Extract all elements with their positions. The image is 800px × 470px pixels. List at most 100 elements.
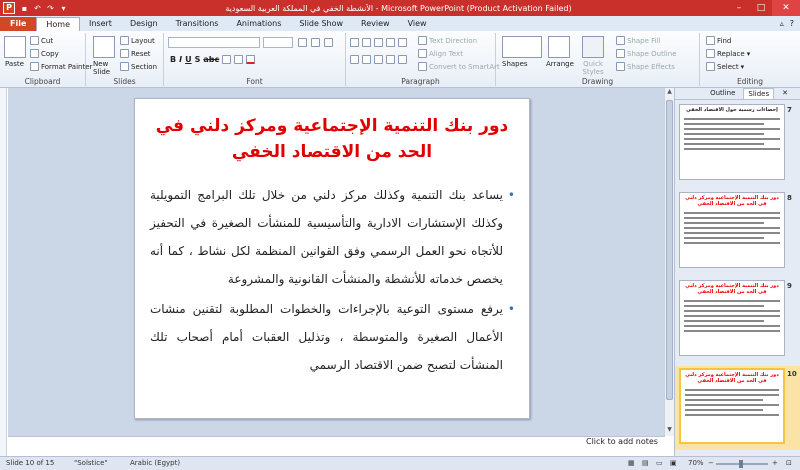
tab-transitions[interactable]: Transitions	[167, 17, 228, 31]
font-name-combo[interactable]	[168, 37, 260, 48]
left-strip	[0, 88, 7, 456]
tab-file[interactable]: File	[0, 17, 37, 31]
grow-font-icon[interactable]	[298, 38, 307, 47]
minimize-icon[interactable]: –	[728, 0, 750, 16]
slide-sorter-icon[interactable]: ▤	[642, 459, 649, 467]
save-icon[interactable]: ▪	[19, 3, 30, 14]
normal-view-icon[interactable]: ▦	[628, 459, 635, 467]
tab-design[interactable]: Design	[121, 17, 167, 31]
shapes-gallery-icon[interactable]	[502, 36, 542, 58]
shadow-icon[interactable]: S	[195, 55, 201, 64]
customize-qat-icon[interactable]: ▾	[58, 3, 69, 14]
slide-canvas[interactable]: دور بنك التنمية الإجتماعية ومركز دلني في…	[134, 98, 530, 419]
shape-outline-button[interactable]: Shape Outline	[616, 49, 676, 58]
italic-icon[interactable]: I	[179, 55, 182, 64]
arrange-icon[interactable]	[548, 36, 570, 58]
editor-scrollbar[interactable]: ▲ ▼	[664, 88, 674, 436]
tab-outline[interactable]: Outline	[706, 88, 739, 99]
replace-button[interactable]: Replace ▾	[706, 49, 750, 58]
format-painter-button[interactable]: Format Painter	[30, 62, 92, 71]
quick-styles-icon[interactable]	[582, 36, 604, 58]
bullet-text: يرفع مستوى التوعية بالإجراءات والخطوات ا…	[150, 302, 503, 372]
tab-home[interactable]: Home	[36, 17, 80, 31]
change-case-icon[interactable]	[234, 55, 244, 64]
find-button[interactable]: Find	[706, 36, 731, 45]
quick-styles-button[interactable]: Quick Styles	[578, 60, 608, 76]
columns-icon[interactable]	[398, 55, 407, 64]
justify-icon[interactable]	[386, 55, 395, 64]
copy-button[interactable]: Copy	[30, 49, 59, 58]
thumbnail-image: دور بنك التنمية الإجتماعية ومركز دلني في…	[679, 368, 785, 444]
tab-review[interactable]: Review	[352, 17, 399, 31]
maximize-icon[interactable]: □	[750, 0, 772, 16]
slide-thumbnail-selected[interactable]: دور بنك التنمية الإجتماعية ومركز دلني في…	[675, 366, 800, 450]
convert-smartart-button[interactable]: Convert to SmartArt	[418, 62, 500, 71]
font-size-combo[interactable]	[263, 37, 293, 48]
tab-slides[interactable]: Slides	[743, 88, 775, 99]
strikethrough-icon[interactable]: abc	[203, 55, 219, 64]
shrink-font-icon[interactable]	[311, 38, 320, 47]
tab-animations[interactable]: Animations	[227, 17, 290, 31]
outline-pen-icon	[616, 49, 625, 58]
line-spacing-icon[interactable]	[398, 38, 407, 47]
reset-button[interactable]: Reset	[120, 49, 151, 58]
zoom-in-icon[interactable]: +	[772, 459, 778, 467]
text-direction-button[interactable]: Text Direction	[418, 36, 477, 45]
bold-icon[interactable]: B	[170, 55, 176, 64]
char-spacing-icon[interactable]	[222, 55, 232, 64]
new-slide-icon[interactable]	[93, 36, 115, 58]
binoculars-icon	[706, 36, 715, 45]
align-text-button[interactable]: Align Text	[418, 49, 463, 58]
align-center-icon[interactable]	[362, 55, 371, 64]
close-icon[interactable]: ✕	[772, 0, 800, 16]
cut-button[interactable]: Cut	[30, 36, 53, 45]
select-button[interactable]: Select ▾	[706, 62, 744, 71]
slide-thumbnail[interactable]: إحصاءات رسمية حول الاقتصاد الخفي 7	[675, 102, 800, 186]
clear-format-icon[interactable]	[324, 38, 333, 47]
tab-insert[interactable]: Insert	[80, 17, 121, 31]
tab-view[interactable]: View	[399, 17, 436, 31]
layout-button[interactable]: Layout	[120, 36, 155, 45]
paste-button[interactable]: Paste	[5, 60, 24, 68]
paste-icon[interactable]	[4, 36, 26, 58]
help-icon[interactable]: ?	[790, 17, 794, 31]
zoom-level[interactable]: 70%	[688, 459, 704, 467]
slides-panel: Outline Slides ✕ إحصاءات رسمية حول الاقت…	[674, 88, 800, 456]
new-slide-button[interactable]: New Slide	[93, 60, 119, 76]
increase-indent-icon[interactable]	[386, 38, 395, 47]
tab-slide-show[interactable]: Slide Show	[290, 17, 352, 31]
section-button[interactable]: Section	[120, 62, 157, 71]
minimize-ribbon-icon[interactable]: ▵	[780, 17, 784, 31]
numbering-icon[interactable]	[362, 38, 371, 47]
thumbnail-image: دور بنك التنمية الإجتماعية ومركز دلني في…	[679, 280, 785, 356]
align-left-icon[interactable]	[350, 55, 359, 64]
font-color-icon[interactable]	[246, 55, 256, 64]
slide-body[interactable]: • يساعد بنك التنمية وكذلك مركز دلني من خل…	[150, 181, 515, 379]
shape-fill-button[interactable]: Shape Fill	[616, 36, 661, 45]
redo-icon[interactable]: ↷	[45, 3, 56, 14]
language-indicator[interactable]: Arabic (Egypt)	[130, 459, 180, 467]
bullets-icon[interactable]	[350, 38, 359, 47]
scroll-thumb[interactable]	[666, 100, 673, 400]
scroll-down-icon[interactable]: ▼	[665, 426, 674, 436]
undo-icon[interactable]: ↶	[32, 3, 43, 14]
shape-effects-button[interactable]: Shape Effects	[616, 62, 675, 71]
decrease-indent-icon[interactable]	[374, 38, 383, 47]
slide-thumbnail[interactable]: دور بنك التنمية الإجتماعية ومركز دلني في…	[675, 278, 800, 362]
shapes-button[interactable]: Shapes	[502, 60, 528, 68]
slide-title[interactable]: دور بنك التنمية الإجتماعية ومركز دلني في…	[153, 113, 511, 165]
align-right-icon[interactable]	[374, 55, 383, 64]
scroll-up-icon[interactable]: ▲	[665, 88, 674, 98]
notes-pane[interactable]: Click to add notes	[8, 436, 665, 456]
zoom-out-icon[interactable]: −	[708, 459, 714, 467]
zoom-slider-handle[interactable]	[739, 460, 743, 468]
arrange-button[interactable]: Arrange	[546, 60, 574, 68]
underline-icon[interactable]: U	[185, 55, 192, 64]
reading-view-icon[interactable]: ▭	[656, 459, 663, 467]
powerpoint-app-icon[interactable]: P	[3, 2, 15, 14]
fit-slide-icon[interactable]: ⊡	[786, 459, 792, 467]
close-panel-icon[interactable]: ✕	[778, 88, 792, 99]
slides-group-label: Slides	[113, 77, 136, 86]
slideshow-icon[interactable]: ▣	[670, 459, 677, 467]
slide-thumbnail[interactable]: دور بنك التنمية الإجتماعية ومركز دلني في…	[675, 190, 800, 274]
